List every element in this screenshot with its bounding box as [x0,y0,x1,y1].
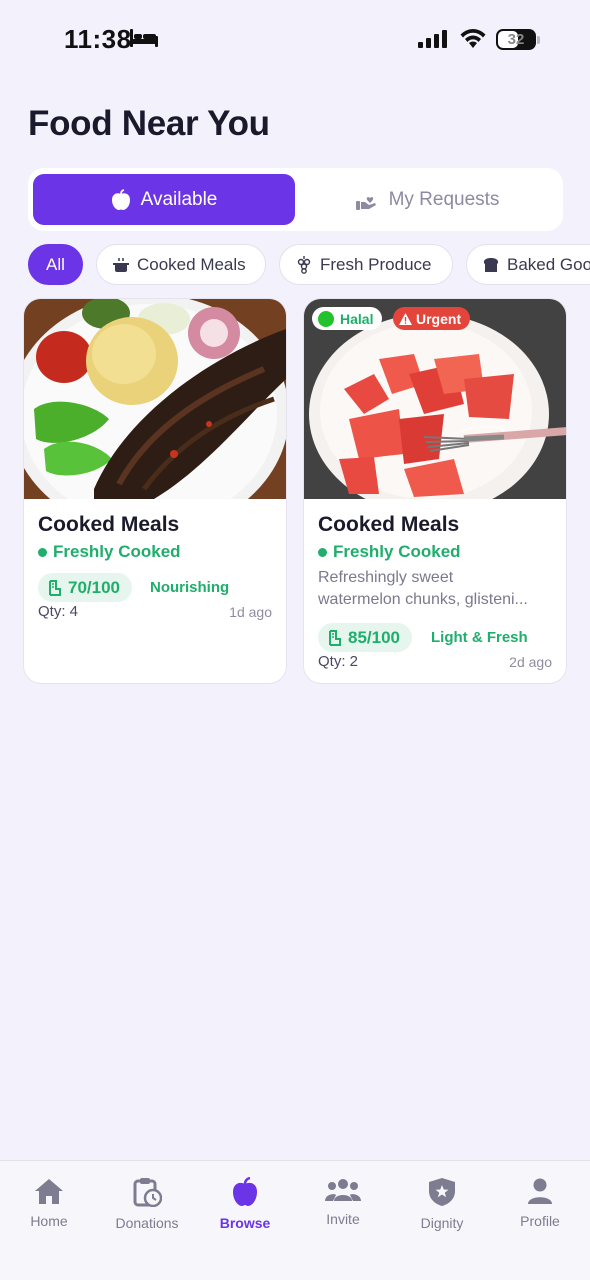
tab-available[interactable]: Available [33,174,295,225]
clipboard-clock-icon [133,1178,162,1207]
food-photo-watermelon-bowl: Halal Urgent [304,299,566,499]
urgent-label: Urgent [416,310,462,327]
nutrition-label: Light & Fresh [431,629,528,646]
filter-cooked-meals[interactable]: Cooked Meals [96,244,266,285]
quantity: Qty: 2 [318,653,359,670]
card-description-line: watermelon chunks, glisteni... [318,591,528,608]
page-title: Food Near You [28,104,270,143]
status-dot-icon [318,547,327,557]
filter-all[interactable]: All [28,244,83,285]
pot-icon [113,257,129,272]
food-card[interactable]: Cooked Meals Freshly Cooked 70/100 Nouri… [23,298,287,684]
people-icon [325,1179,361,1201]
nutrition-score: 85/100 [348,627,400,647]
filter-cooked-meals-label: Cooked Meals [137,254,246,274]
halal-label: Halal [340,310,374,327]
shield-star-icon [429,1178,455,1206]
nav-profile-label: Profile [520,1213,560,1229]
nav-donations-label: Donations [115,1215,179,1231]
filter-all-label: All [46,254,65,274]
card-title: Cooked Meals [38,513,180,536]
filter-baked-goods[interactable]: Baked Goods [466,244,590,285]
nav-invite-label: Invite [326,1211,360,1227]
battery-level: 32 [507,31,525,48]
nav-home-label: Home [30,1213,68,1229]
nav-donations[interactable]: Donations [98,1177,196,1231]
wifi-icon [460,29,486,48]
grapes-icon [297,255,311,274]
nav-invite[interactable]: Invite [294,1177,392,1227]
food-card[interactable]: Halal Urgent Cooked Meals Freshly Cooked… [303,298,567,684]
nav-profile[interactable]: Profile [491,1177,589,1229]
nutrition-score: 70/100 [68,577,120,597]
bread-icon [483,257,499,272]
freshness-status-label: Freshly Cooked [53,542,181,561]
tab-my-requests-label: My Requests [388,188,500,210]
freshness-status-label: Freshly Cooked [333,542,461,561]
status-bar: 11:38 32 [0,0,590,80]
bed-icon [130,29,158,47]
warning-icon [399,312,412,325]
filter-baked-goods-label: Baked Goods [507,254,590,274]
nav-dignity[interactable]: Dignity [393,1177,491,1231]
tab-my-requests[interactable]: My Requests [296,174,558,225]
status-dot-icon [38,547,47,557]
nutrition-label: Nourishing [150,579,230,596]
nutrition-icon [329,629,341,646]
apple-icon [233,1177,257,1206]
home-icon [35,1179,63,1204]
nutrition-icon [49,579,61,596]
nav-home[interactable]: Home [0,1177,98,1229]
status-time: 11:38 [64,24,132,54]
category-filters: All Cooked Meals Fresh Produce Baked Goo… [0,244,590,286]
card-description-line: Refreshingly sweet [318,569,454,586]
filter-fresh-produce-label: Fresh Produce [320,254,432,274]
battery-icon: 32 [496,29,536,50]
posted-time: 2d ago [509,654,552,670]
signal-icon [418,30,447,48]
tab-available-label: Available [140,188,218,210]
nutrition-score-badge: 85/100 [318,623,412,652]
card-title: Cooked Meals [318,513,460,536]
quantity: Qty: 4 [38,603,79,620]
nav-dignity-label: Dignity [420,1215,464,1231]
card-description: Refreshingly sweet watermelon chunks, gl… [318,567,554,611]
person-icon [528,1178,552,1204]
halal-badge: Halal [312,307,383,330]
posted-time: 1d ago [229,604,272,620]
hand-heart-icon [355,196,376,210]
freshness-status: Freshly Cooked [38,542,181,562]
urgent-badge: Urgent [393,307,471,330]
freshness-status: Freshly Cooked [318,542,461,562]
green-circle-icon [318,310,334,327]
apple-icon [111,188,130,210]
segmented-control: Available My Requests [28,168,563,231]
filter-fresh-produce[interactable]: Fresh Produce [279,244,453,285]
food-photo-fish-plate [24,299,286,499]
nav-browse-label: Browse [219,1215,271,1231]
bottom-nav: Home Donations Browse Invite Dignity Pro… [0,1160,590,1280]
nav-browse[interactable]: Browse [196,1177,294,1231]
nutrition-score-badge: 70/100 [38,573,132,602]
